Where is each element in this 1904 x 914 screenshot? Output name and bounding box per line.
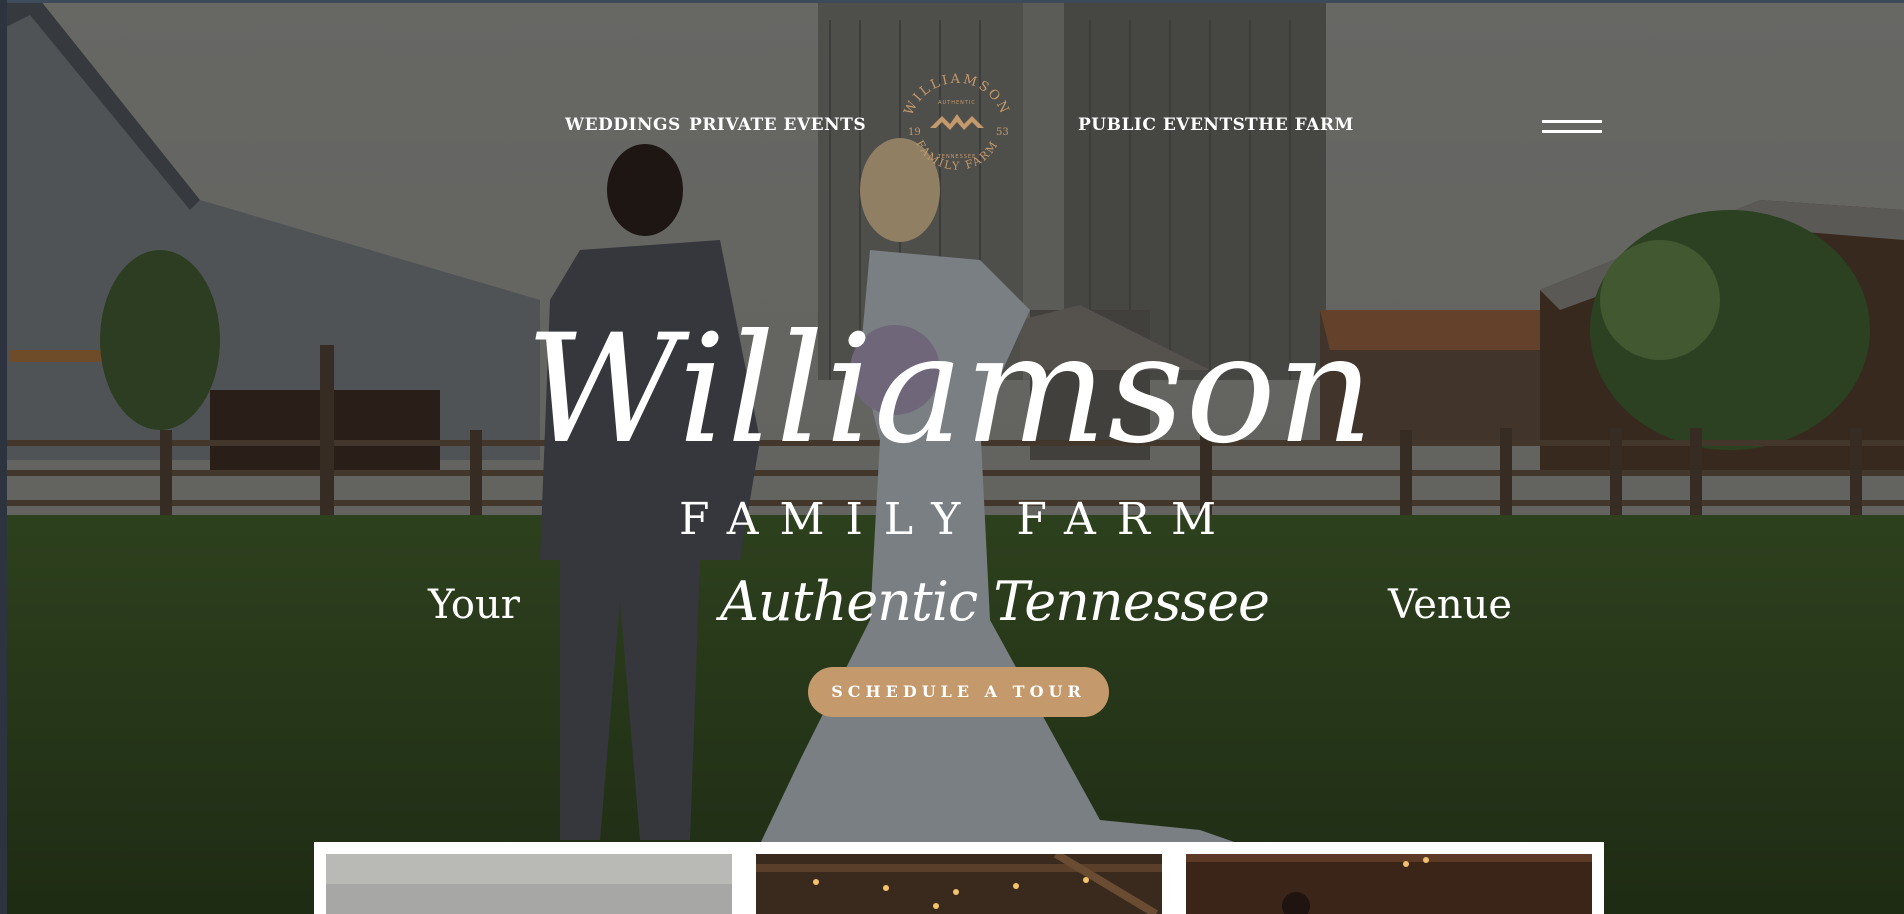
sky-photo bbox=[326, 854, 732, 914]
hero-title-caps: FAMILY FARM bbox=[678, 494, 1237, 545]
logo-year-right: 53 bbox=[996, 127, 1009, 138]
logo-bottom-small: TENNESSEE bbox=[937, 154, 977, 160]
string-lights-photo bbox=[756, 854, 1162, 914]
browser-top-edge bbox=[0, 0, 1904, 3]
logo-top-small: AUTHENTIC bbox=[938, 100, 976, 106]
tagline-script: Authentic Tennessee bbox=[720, 570, 1270, 633]
nav-link-the-farm[interactable]: THE FARM bbox=[1245, 115, 1354, 135]
card-string-lights-photo[interactable] bbox=[756, 854, 1162, 914]
browser-left-edge bbox=[0, 0, 7, 914]
tagline-left: Your bbox=[428, 582, 520, 628]
hero-title-script: Williamson bbox=[525, 303, 1375, 477]
logo-name: WILLIAMSON bbox=[902, 72, 1013, 118]
card-sky-photo[interactable] bbox=[326, 854, 732, 914]
card-barn-interior-photo[interactable] bbox=[1186, 854, 1592, 914]
logo-year-left: 19 bbox=[908, 127, 921, 138]
barn-interior-photo bbox=[1186, 854, 1592, 914]
hamburger-menu-icon[interactable] bbox=[1542, 118, 1604, 138]
nav-link-weddings[interactable]: WEDDINGS bbox=[565, 115, 681, 135]
nav-link-private-events[interactable]: PRIVATE EVENTS bbox=[689, 115, 866, 135]
tagline-right: Venue bbox=[1388, 582, 1513, 628]
logo-mountain-icon bbox=[930, 114, 984, 130]
farm-logo[interactable]: WILLIAMSON FAMILY FARM AUTHENTIC 19 53 T… bbox=[892, 60, 1022, 190]
hero-section: WEDDINGS PRIVATE EVENTS PUBLIC EVENTS TH… bbox=[0, 0, 1904, 914]
nav-link-public-events[interactable]: PUBLIC EVENTS bbox=[1078, 115, 1245, 135]
schedule-tour-button[interactable]: SCHEDULE A TOUR bbox=[808, 667, 1109, 717]
feature-cards-panel bbox=[314, 842, 1604, 914]
